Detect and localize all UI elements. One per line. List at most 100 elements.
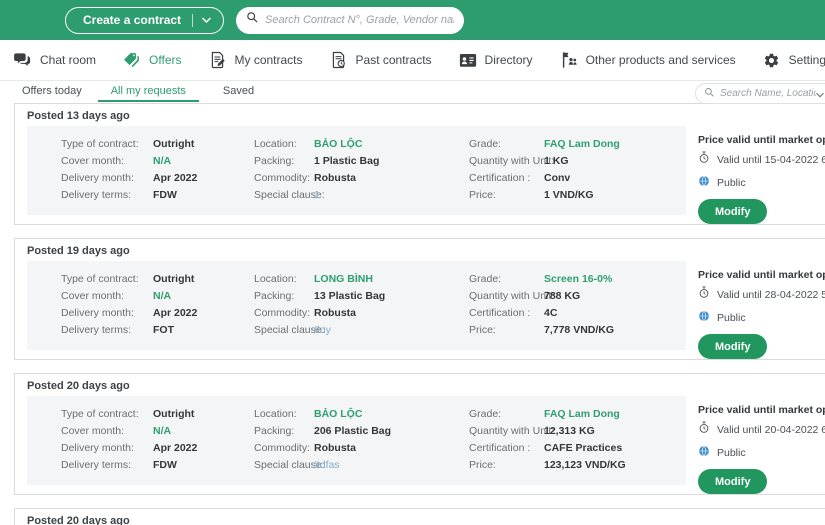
field-value: 1 VND/KG [544,188,594,201]
field-value: FOT [153,323,174,336]
posted-ago-label: Posted 13 days ago [27,110,130,122]
offer-details-panel: Type of contract: Outright Cover month: N/A… [27,396,686,485]
offer-details-panel: Type of contract: Outright Cover month: N/A… [27,261,686,350]
price-validity-panel: Price valid until market opens Valid unt… [686,261,825,359]
details-column-2: Location: BẢO LỘC Packing: 1 Plastic Bag Com… [254,135,469,206]
valid-until-row: Valid until 28-04-2022 5:00 AM [698,286,825,304]
field-value: 1 KG [544,154,569,167]
field-label: Delivery terms: [61,323,132,336]
detail-row: Commodity: Robusta [254,169,469,186]
field-value: 123,123 VND/KG [544,458,626,471]
field-value: Robusta [314,171,356,184]
posted-ago-label: Posted 20 days ago [27,380,130,392]
detail-row: Commodity: Robusta [254,439,469,456]
offers-tag-icon [123,51,141,69]
field-value[interactable]: N/A [153,425,171,437]
create-contract-button[interactable]: Create a contract [65,6,225,34]
detail-row: Delivery terms: FDW [61,456,254,473]
field-label: Type of contract: [61,407,139,420]
detail-row: Packing: 1 Plastic Bag [254,152,469,169]
nav-item-directory[interactable]: Directory [459,51,533,69]
nav-item-label: Offers [149,53,182,67]
field-value: CAFE Practices [544,441,623,454]
field-label: Location: [254,137,297,150]
detail-row: Cover month: N/A [61,287,254,304]
nav-item-label: Settings [788,53,825,67]
tab-all-my-requests[interactable]: All my requests [97,81,199,102]
modify-button[interactable]: Modify [698,334,768,359]
details-column-1: Type of contract: Outright Cover month: N/A… [61,405,254,476]
field-label: Price: [469,188,496,201]
field-value[interactable]: N/A [153,290,171,302]
visibility-text: Public [717,447,746,459]
nav-item-other-products-and-services[interactable]: Other products and services [560,51,736,69]
offer-card: Posted 20 days ago Type of contract:Depo… [14,508,825,525]
directory-card-icon [459,51,477,69]
field-value[interactable]: 1 [314,189,320,201]
detail-row: Packing: 206 Plastic Bag [254,422,469,439]
modify-button[interactable]: Modify [698,469,768,494]
caret-down-icon[interactable] [202,17,212,23]
field-value[interactable]: ädfas [314,459,340,471]
past-contracts-icon [330,51,348,69]
detail-row: Commodity: Robusta [254,304,469,321]
field-value: Outright [153,407,195,420]
detail-row: Type of contract: Outright [61,270,254,287]
valid-until-row: Valid until 15-04-2022 6:59 AM [698,151,825,169]
detail-row: Cover month: N/A [61,152,254,169]
field-value[interactable]: 6uy [314,324,331,336]
details-column-1: Type of contract: Outright Cover month: N/A… [61,135,254,206]
detail-row: Special clause: 6uy [254,321,469,338]
nav-item-chat-room[interactable]: Chat room [14,51,96,69]
field-value[interactable]: BẢO LỘC [314,408,362,420]
detail-row: Certification : CAFE Practices [469,439,686,456]
valid-until-text: Valid until 20-04-2022 6:59 AM [717,424,825,436]
list-search[interactable] [695,83,825,104]
field-value: Outright [153,272,195,285]
field-value: Outright [153,137,195,150]
detail-row: Price: 7,778 VND/KG [469,321,686,338]
field-value[interactable]: FAQ Lam Dong [544,138,620,150]
top-header: Create a contract [0,0,825,40]
details-column-3: Grade: FAQ Lam Dong Quantity with Unit: 1 K… [469,135,686,206]
create-contract-label: Create a contract [83,13,182,27]
tab-saved[interactable]: Saved [223,81,254,102]
nav-item-offers[interactable]: Offers [123,51,182,69]
field-value[interactable]: Screen 16-0% [544,273,612,285]
visibility-text: Public [717,177,746,189]
field-label: Cover month: [61,289,125,302]
nav-item-my-contracts[interactable]: My contracts [209,51,303,69]
field-label: Commodity: [254,441,311,454]
header-search[interactable] [236,6,465,34]
detail-row: Price: 123,123 VND/KG [469,456,686,473]
list-search-input[interactable] [720,88,816,99]
price-valid-title: Price valid until market opens [698,404,825,416]
stopwatch-icon [698,286,710,304]
modify-button[interactable]: Modify [698,199,768,224]
field-value: Robusta [314,306,356,319]
posted-ago-label: Posted 19 days ago [27,245,130,257]
chevron-down-icon[interactable] [816,85,824,103]
field-value[interactable]: N/A [153,155,171,167]
globe-icon [698,309,710,327]
field-value: FDW [153,458,177,471]
field-label: Cover month: [61,154,125,167]
tab-offers-today[interactable]: Offers today [22,81,82,102]
nav-item-settings[interactable]: Settings [763,51,825,69]
field-label: Location: [254,407,297,420]
details-column-3: Grade: FAQ Lam Dong Quantity with Unit: 12,… [469,405,686,476]
field-value[interactable]: LONG BÌNH [314,273,373,285]
field-value[interactable]: BẢO LỘC [314,138,362,150]
price-validity-panel: Price valid until market opens Valid unt… [686,126,825,224]
nav-item-past-contracts[interactable]: Past contracts [330,51,432,69]
field-value: 12,313 KG [544,424,595,437]
header-search-input[interactable] [265,14,455,26]
detail-row: Price: 1 VND/KG [469,186,686,203]
field-value: Apr 2022 [153,306,198,319]
field-label: Special clause: [254,323,325,336]
field-value[interactable]: FAQ Lam Dong [544,408,620,420]
detail-row: Type of contract: Outright [61,135,254,152]
search-icon [704,85,715,103]
offer-details-panel: Type of contract: Outright Cover month: N/A… [27,126,686,215]
field-value: 206 Plastic Bag [314,424,392,437]
